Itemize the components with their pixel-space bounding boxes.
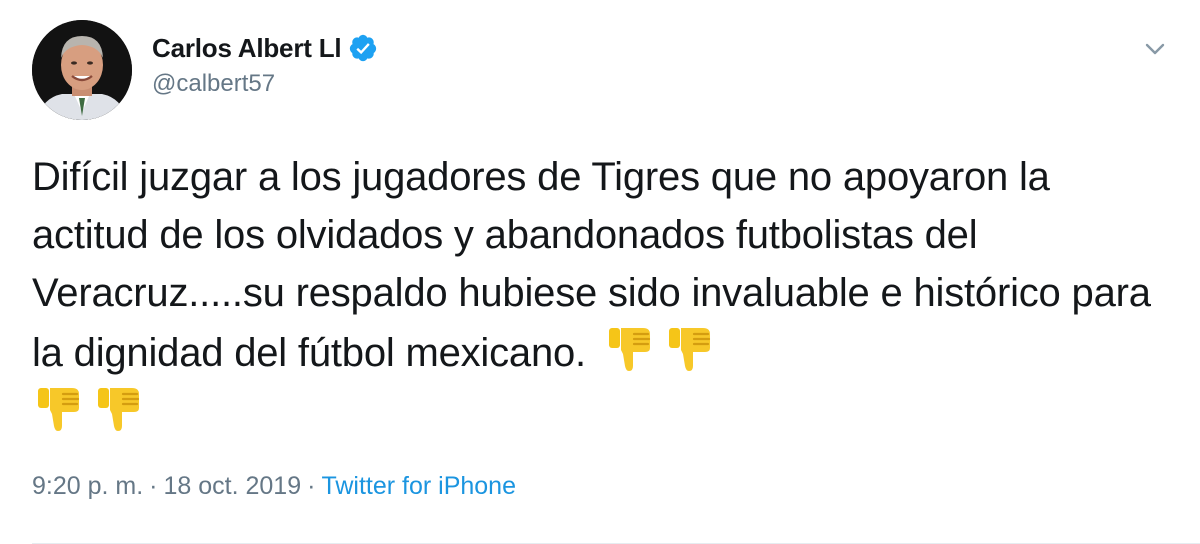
tweet-text: Difícil juzgar a los jugadores de Tigres… [32,155,1151,375]
chevron-down-icon[interactable] [1142,36,1168,62]
tweet-header: Carlos Albert Ll @calbert57 [32,20,1166,120]
avatar[interactable] [32,20,132,120]
thumbs-down-icon [32,382,86,436]
author-handle[interactable]: @calbert57 [152,70,378,98]
thumbs-down-icon [603,322,657,376]
name-row: Carlos Albert Ll [152,33,378,64]
thumbs-down-icon [663,322,717,376]
tweet-card: Carlos Albert Ll @calbert57 Difícil juzg… [0,0,1200,544]
tweet-body: Difícil juzgar a los jugadores de Tigres… [32,148,1172,442]
meta-separator: · [307,472,316,500]
author-names: Carlos Albert Ll @calbert57 [152,33,378,98]
tweet-meta: 9:20 p. m. · 18 oct. 2019 · Twitter for … [32,472,516,501]
tweet-time[interactable]: 9:20 p. m. [32,472,143,501]
thumbs-down-icon [92,382,146,436]
tweet-source-link[interactable]: Twitter for iPhone [321,472,516,501]
tweet-date[interactable]: 18 oct. 2019 [164,472,302,501]
author-display-name[interactable]: Carlos Albert Ll [152,33,342,64]
verified-badge-icon [348,33,378,63]
meta-separator: · [149,472,158,500]
